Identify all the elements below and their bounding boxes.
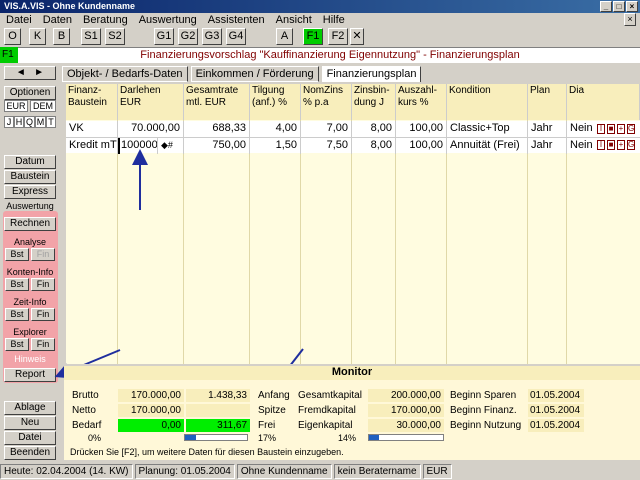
progress-bar-2 — [368, 434, 444, 441]
pct-label-2: 17% — [258, 433, 277, 443]
gesamtkapital-label: Gesamtkapital — [298, 390, 362, 401]
fremdkapital-value: 170.000,00 — [368, 404, 444, 417]
beginn-sparen-value: 01.05.2004 — [528, 389, 584, 402]
netto-label: Netto — [72, 405, 96, 416]
netto-value: 170.000,00 — [118, 404, 184, 417]
beginn-finanz-label: Beginn Finanz. — [450, 405, 517, 416]
status-berater: kein Beratername — [333, 464, 421, 479]
eigenkapital-label: Eigenkapital — [298, 420, 353, 431]
eigenkapital-value: 30.000,00 — [368, 419, 444, 432]
spitze-label: Spitze — [258, 405, 286, 416]
bedarf-label: Bedarf — [72, 420, 102, 431]
progress-fill-2 — [369, 435, 380, 440]
brutto-label: Brutto — [72, 390, 99, 401]
beginn-nutzung-label: Beginn Nutzung — [450, 420, 522, 431]
status-currency: EUR — [422, 464, 452, 479]
beginn-finanz-value: 01.05.2004 — [528, 404, 584, 417]
beginn-nutzung-value: 01.05.2004 — [528, 419, 584, 432]
pct-label-1: 0% — [88, 433, 102, 443]
pct-label-3: 14% — [338, 433, 357, 443]
status-bar: Heute: 02.04.2004 (14. KW) Planung: 01.0… — [0, 464, 640, 480]
monitor-title: Monitor — [64, 366, 640, 380]
progress-bar-1 — [184, 434, 248, 441]
netto-rate — [186, 404, 250, 417]
status-planung: Planung: 01.05.2004 — [134, 464, 235, 479]
status-today: Heute: 02.04.2004 (14. KW) — [0, 464, 133, 479]
hint-text: Drücken Sie [F2], um weitere Daten für d… — [70, 447, 344, 457]
gesamtkapital-value: 200.000,00 — [368, 389, 444, 402]
status-kunde: Ohne Kundenname — [236, 464, 332, 479]
anfang-label: Anfang — [258, 390, 290, 401]
brutto-rate: 1.438,33 — [186, 389, 250, 402]
brutto-value: 170.000,00 — [118, 389, 184, 402]
beginn-sparen-label: Beginn Sparen — [450, 390, 517, 401]
bedarf-value: 0,00 — [118, 419, 184, 432]
fremdkapital-label: Fremdkapital — [298, 405, 356, 416]
progress-fill-1 — [185, 435, 196, 440]
frei-label: Frei — [258, 420, 276, 431]
bedarf-rate: 311,67 — [186, 419, 250, 432]
